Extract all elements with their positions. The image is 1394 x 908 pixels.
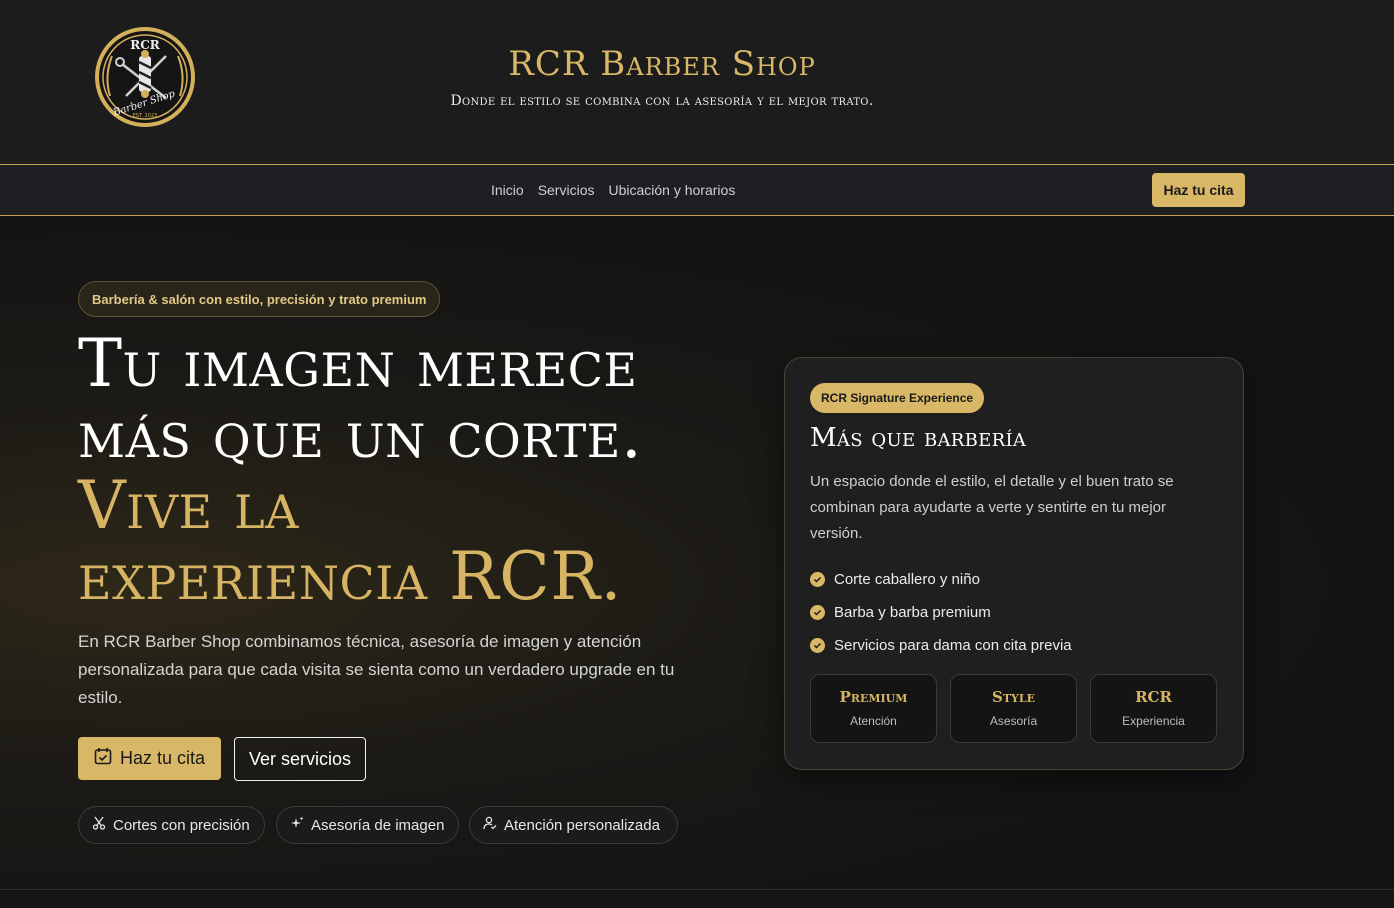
stat-title: RCR (1135, 688, 1172, 706)
chip-label: Cortes con precisión (113, 816, 250, 834)
user-check-icon (483, 816, 497, 834)
stat-title: Style (992, 688, 1035, 706)
logo-est: EST. 2023 (133, 113, 158, 119)
list-item: Barba y barba premium (810, 596, 1072, 629)
nav-link-servicios[interactable]: Servicios (538, 182, 595, 198)
hero-headline: Tu imagen merece más que un corte. Vive … (78, 328, 778, 612)
card-badge: RCR Signature Experience (810, 383, 985, 413)
stat-style: Style Asesoría (950, 674, 1077, 743)
main-nav: Inicio Servicios Ubicación y horarios Ha… (0, 165, 1394, 216)
chip-label: Asesoría de imagen (311, 816, 445, 834)
divider (0, 889, 1394, 890)
brand-title: RCR Barber Shop (508, 44, 816, 84)
list-item: Corte caballero y niño (810, 563, 1072, 596)
card-title: Más que barbería (810, 423, 1027, 453)
feature-label: Servicios para dama con cita previa (834, 637, 1072, 654)
chip-label: Atención personalizada (504, 816, 660, 834)
sparkles-icon (290, 816, 304, 834)
chip-atencion: Atención personalizada (469, 806, 678, 844)
headline-line-2: más que un corte. (78, 396, 643, 473)
signature-card: RCR Signature Experience Más que barberí… (784, 357, 1244, 770)
feature-label: Barba y barba premium (834, 604, 991, 621)
headline-gold-line-2: experiencia RCR. (78, 538, 622, 615)
book-appointment-label: Haz tu cita (119, 748, 206, 768)
scissors-icon (92, 816, 106, 834)
calendar-check-icon (94, 747, 112, 770)
headline-line-1: Tu imagen merece (78, 325, 638, 402)
stat-subtitle: Atención (850, 714, 897, 728)
stat-subtitle: Experiencia (1122, 714, 1185, 728)
check-circle-icon (810, 572, 825, 587)
site-header: RCR Barber Shop EST. 2023 RCR Barber Sho… (0, 0, 1394, 165)
chip-cortes: Cortes con precisión (78, 806, 265, 844)
feature-label: Corte caballero y niño (834, 571, 980, 588)
card-description: Un espacio donde el estilo, el detalle y… (810, 473, 1174, 542)
stat-subtitle: Asesoría (989, 714, 1038, 728)
list-item: Servicios para dama con cita previa (810, 629, 1072, 662)
check-circle-icon (810, 605, 825, 620)
nav-links: Inicio Servicios Ubicación y horarios (484, 182, 742, 198)
chip-asesoria: Asesoría de imagen (276, 806, 459, 844)
book-appointment-button[interactable]: Haz tu cita (78, 737, 221, 780)
stat-rcr: RCR Experiencia (1090, 674, 1217, 743)
headline-gold-line-1: Vive la (78, 467, 299, 544)
view-services-button[interactable]: Ver servicios (234, 737, 366, 781)
feature-list: Corte caballero y niño Barba y barba pre… (810, 563, 1072, 662)
brand-tagline: Donde el estilo se combina con la asesor… (450, 93, 874, 109)
nav-link-ubicacion[interactable]: Ubicación y horarios (608, 182, 735, 198)
stat-premium: Premium Atención (810, 674, 937, 743)
nav-book-button[interactable]: Haz tu cita (1152, 173, 1245, 207)
check-circle-icon (810, 638, 825, 653)
hero-description: En RCR Barber Shop combinamos técnica, a… (78, 632, 675, 707)
hero-eyebrow-badge: Barbería & salón con estilo, precisión y… (78, 281, 441, 317)
stat-title: Premium (839, 688, 908, 706)
nav-link-inicio[interactable]: Inicio (491, 182, 524, 198)
